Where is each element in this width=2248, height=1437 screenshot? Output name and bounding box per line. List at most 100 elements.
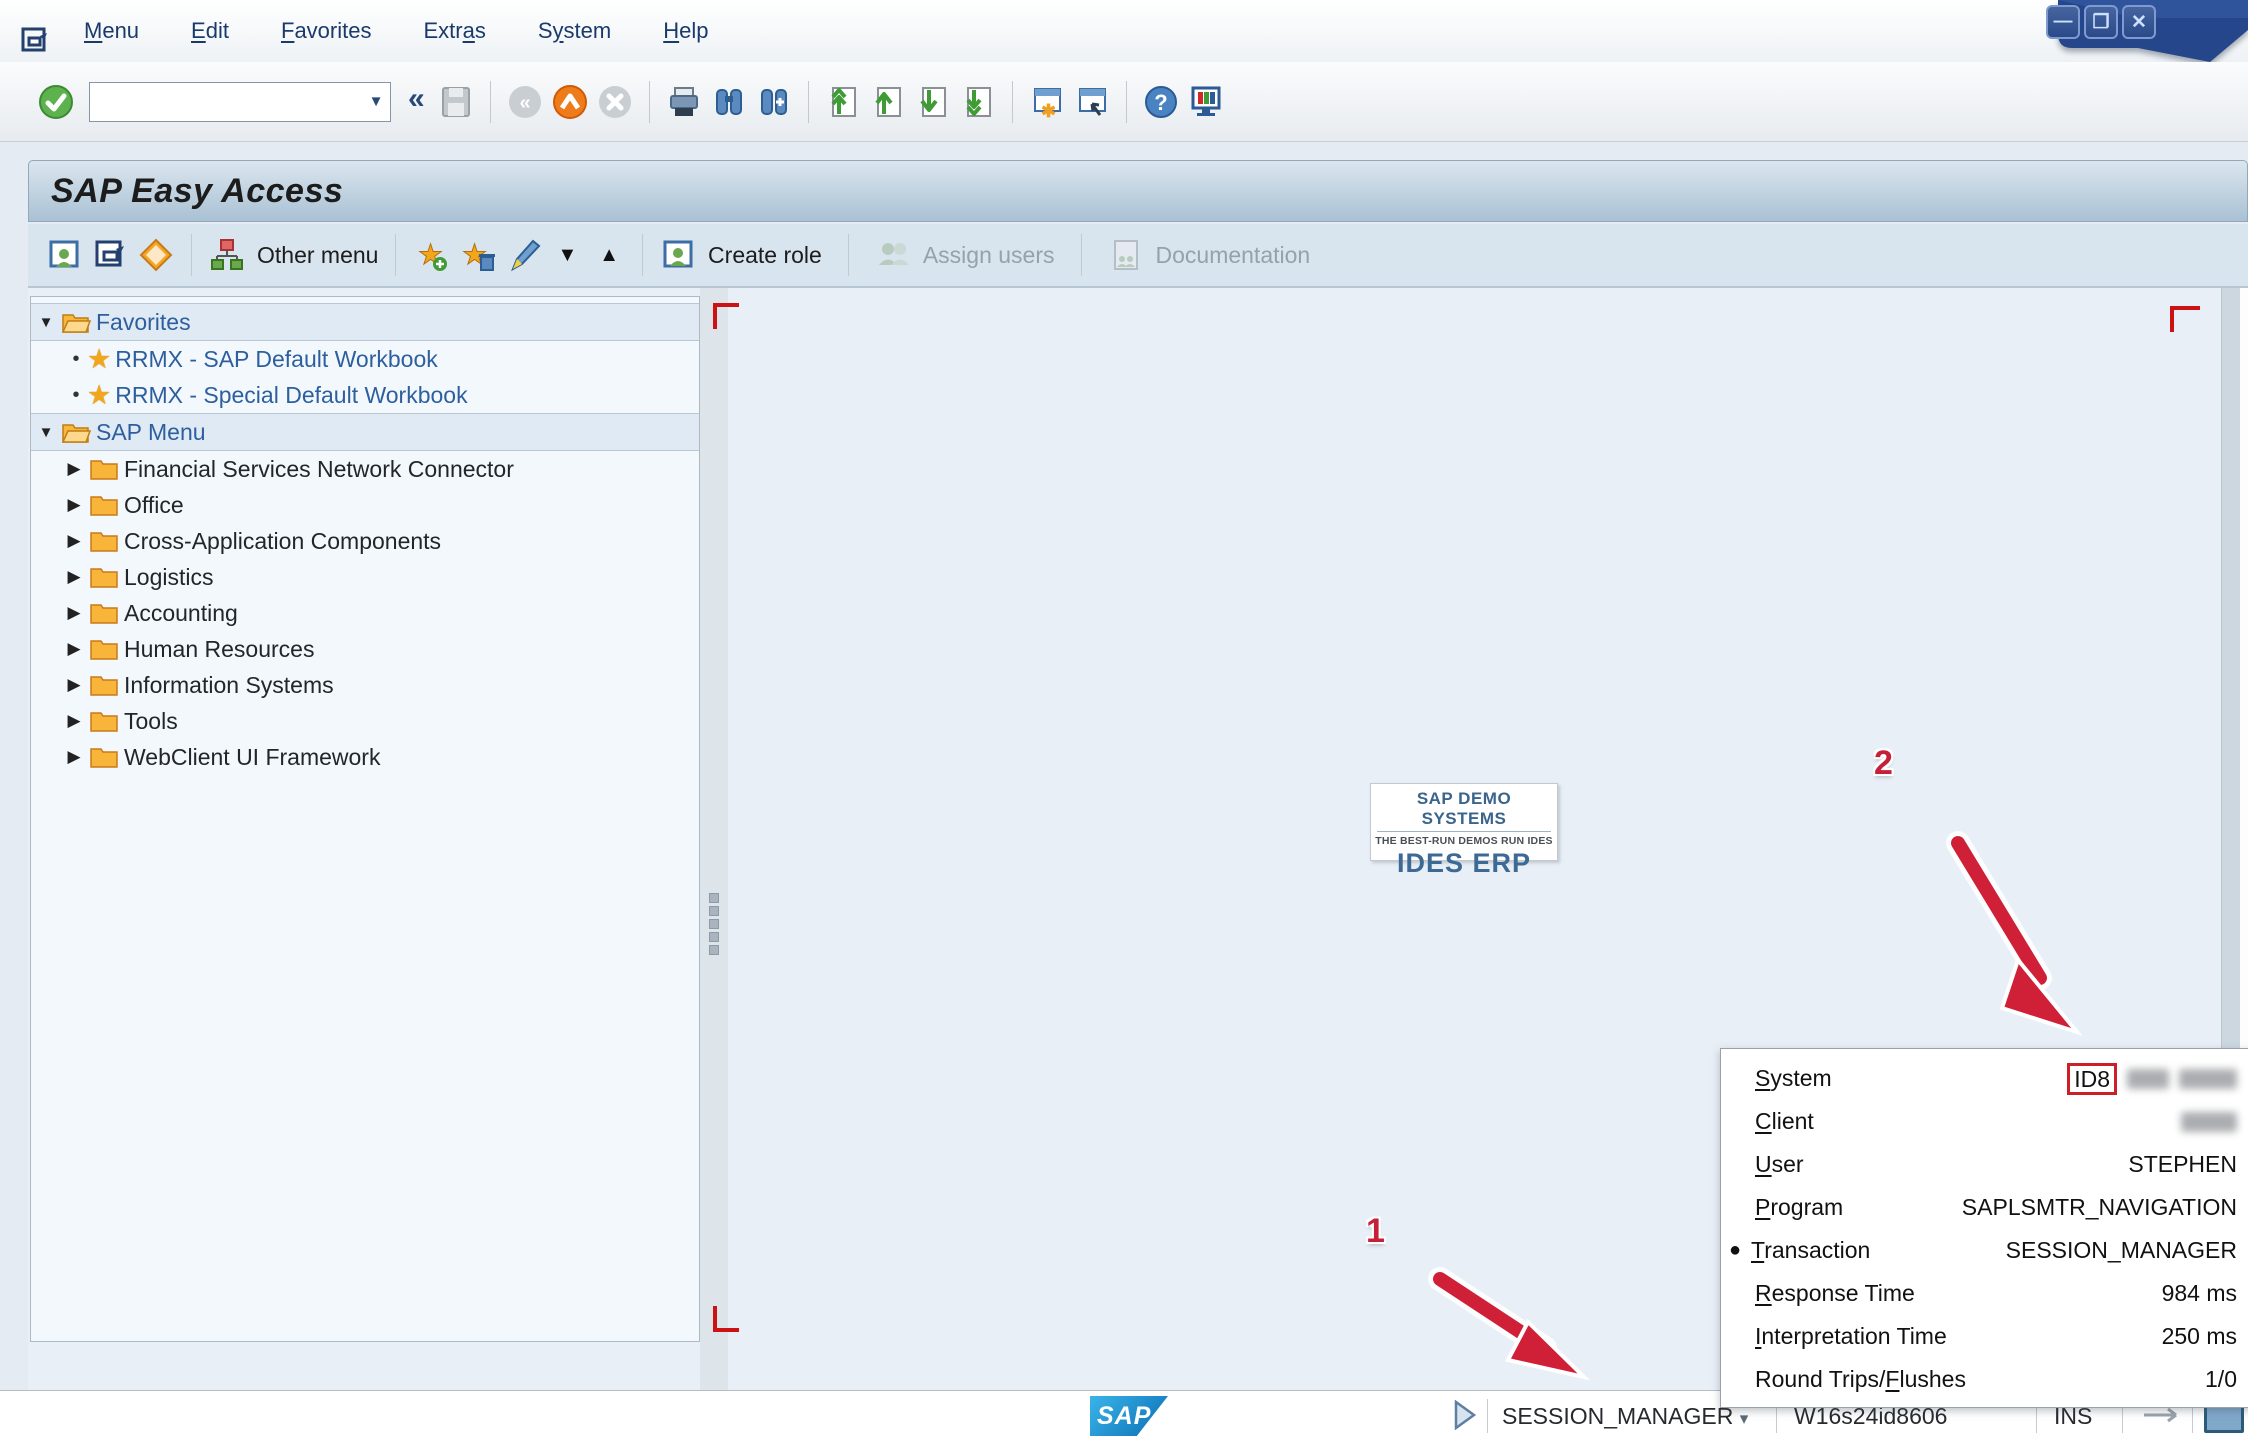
closed-folder-icon: [89, 745, 119, 769]
caret-right-icon[interactable]: ▶: [59, 639, 89, 659]
tree-label: Cross-Application Components: [124, 528, 441, 555]
menu-item-menu[interactable]: Menu: [84, 18, 139, 44]
back-icon[interactable]: «: [507, 84, 543, 120]
tree-folder-webclient-ui[interactable]: ▶ WebClient UI Framework: [31, 739, 699, 775]
tree-folder-financial-services[interactable]: ▶ Financial Services Network Connector: [31, 451, 699, 487]
edit-favorite-icon[interactable]: [505, 237, 541, 273]
continue-icon[interactable]: [1452, 1400, 1478, 1430]
bullet-icon: ●: [1729, 1239, 1751, 1262]
popup-row-program: Program SAPLSMTR_NAVIGATION: [1733, 1186, 2237, 1229]
assign-users-icon: [875, 237, 911, 273]
tree-node-favorites[interactable]: ▼ Favorites: [31, 303, 699, 341]
ides-demo-box: SAP DEMO SYSTEMS THE BEST-RUN DEMOS RUN …: [1370, 783, 1558, 861]
closed-folder-icon: [89, 709, 119, 733]
add-favorite-icon[interactable]: ★: [413, 237, 449, 273]
popup-row-system: System ID8: [1733, 1057, 2237, 1100]
cancel-icon[interactable]: [597, 84, 633, 120]
statusbar-history-icon[interactable]: [2142, 1405, 2186, 1425]
svg-text:?: ?: [1154, 90, 1167, 115]
caret-down-icon[interactable]: ▼: [31, 314, 61, 331]
tree-splitter[interactable]: [700, 288, 728, 1390]
other-menu-icon[interactable]: [209, 237, 245, 273]
help-icon[interactable]: ?: [1143, 84, 1179, 120]
closed-folder-icon: [89, 673, 119, 697]
move-up-icon[interactable]: ▲: [599, 244, 619, 267]
menu-item-favorites[interactable]: Favorites: [281, 18, 372, 44]
create-role-button[interactable]: Create role: [708, 242, 822, 269]
create-role-icon[interactable]: [660, 237, 696, 273]
save-icon[interactable]: [438, 84, 474, 120]
popup-row-client: Client: [1733, 1100, 2237, 1143]
sap-menu-icon[interactable]: [92, 237, 128, 273]
page-title: SAP Easy Access: [29, 172, 343, 211]
business-workplace-icon[interactable]: [138, 237, 174, 273]
command-field[interactable]: ▼: [89, 82, 391, 122]
highlighted-system-id: ID8: [2067, 1063, 2117, 1095]
other-menu-button[interactable]: Other menu: [257, 242, 378, 269]
ides-product: IDES ERP: [1371, 848, 1557, 879]
tree-folder-cross-application[interactable]: ▶ Cross-Application Components: [31, 523, 699, 559]
redacted-text: [2127, 1069, 2169, 1089]
open-folder-icon: [61, 420, 91, 444]
tree-folder-information-systems[interactable]: ▶ Information Systems: [31, 667, 699, 703]
tree-folder-tools[interactable]: ▶ Tools: [31, 703, 699, 739]
last-page-icon[interactable]: [960, 84, 996, 120]
bullet-icon: •: [65, 384, 87, 407]
caret-right-icon[interactable]: ▶: [59, 531, 89, 551]
new-session-icon[interactable]: ✱: [1029, 84, 1065, 120]
caret-right-icon[interactable]: ▶: [59, 603, 89, 623]
first-page-icon[interactable]: [825, 84, 861, 120]
caret-right-icon[interactable]: ▶: [59, 747, 89, 767]
command-input[interactable]: [90, 86, 362, 118]
customize-layout-icon[interactable]: [1188, 84, 1224, 120]
tree-folder-human-resources[interactable]: ▶ Human Resources: [31, 631, 699, 667]
assign-users-button: Assign users: [923, 242, 1055, 269]
collapse-toolbar-icon[interactable]: «: [408, 82, 425, 116]
favorite-star-icon: ★: [87, 344, 111, 375]
delete-favorite-icon[interactable]: ★: [459, 237, 495, 273]
caret-down-icon[interactable]: ▼: [31, 424, 61, 441]
create-shortcut-icon[interactable]: [1074, 84, 1110, 120]
minimize-button[interactable]: —: [2046, 5, 2080, 39]
bullet-icon: •: [65, 348, 87, 371]
menu-item-system[interactable]: System: [538, 18, 611, 44]
enter-icon[interactable]: [38, 84, 74, 120]
tree-label: Office: [124, 492, 184, 519]
close-button[interactable]: ✕: [2122, 5, 2156, 39]
popup-row-transaction: ● Transaction SESSION_MANAGER: [1733, 1229, 2237, 1272]
caret-right-icon[interactable]: ▶: [59, 459, 89, 479]
tree-folder-accounting[interactable]: ▶ Accounting: [31, 595, 699, 631]
tree-item-rrmx-sap-default[interactable]: • ★ RRMX - SAP Default Workbook: [31, 341, 699, 377]
tree-node-sap-menu[interactable]: ▼ SAP Menu: [31, 413, 699, 451]
restore-button[interactable]: ❐: [2084, 5, 2118, 39]
tree-label: SAP Menu: [96, 419, 206, 446]
caret-right-icon[interactable]: ▶: [59, 675, 89, 695]
redacted-text: [2179, 1069, 2237, 1089]
menu-item-extras[interactable]: Extras: [423, 18, 485, 44]
tree-folder-office[interactable]: ▶ Office: [31, 487, 699, 523]
page-up-icon[interactable]: [870, 84, 906, 120]
menu-item-help[interactable]: Help: [663, 18, 708, 44]
move-down-icon[interactable]: ▼: [557, 244, 577, 267]
documentation-icon: [1108, 237, 1144, 273]
tree-folder-logistics[interactable]: ▶ Logistics: [31, 559, 699, 595]
closed-folder-icon: [89, 457, 119, 481]
statusbar-transaction[interactable]: SESSION_MANAGER ▾: [1502, 1403, 1748, 1430]
menu-item-edit[interactable]: Edit: [191, 18, 229, 44]
system-menu-icon[interactable]: [20, 26, 50, 54]
find-next-icon[interactable]: [756, 84, 792, 120]
ides-subtitle: THE BEST-RUN DEMOS RUN IDES: [1371, 835, 1557, 847]
user-menu-icon[interactable]: [46, 237, 82, 273]
caret-right-icon[interactable]: ▶: [59, 567, 89, 587]
tree-label: Financial Services Network Connector: [124, 456, 514, 483]
page-down-icon[interactable]: [915, 84, 951, 120]
command-dropdown-icon[interactable]: ▼: [362, 86, 390, 118]
popup-row-round-trips: Round Trips/Flushes 1/0: [1733, 1358, 2237, 1401]
caret-right-icon[interactable]: ▶: [59, 711, 89, 731]
find-icon[interactable]: [711, 84, 747, 120]
caret-right-icon[interactable]: ▶: [59, 495, 89, 515]
closed-folder-icon: [89, 529, 119, 553]
print-icon[interactable]: [666, 84, 702, 120]
exit-icon[interactable]: [552, 84, 588, 120]
tree-item-rrmx-special-default[interactable]: • ★ RRMX - Special Default Workbook: [31, 377, 699, 413]
